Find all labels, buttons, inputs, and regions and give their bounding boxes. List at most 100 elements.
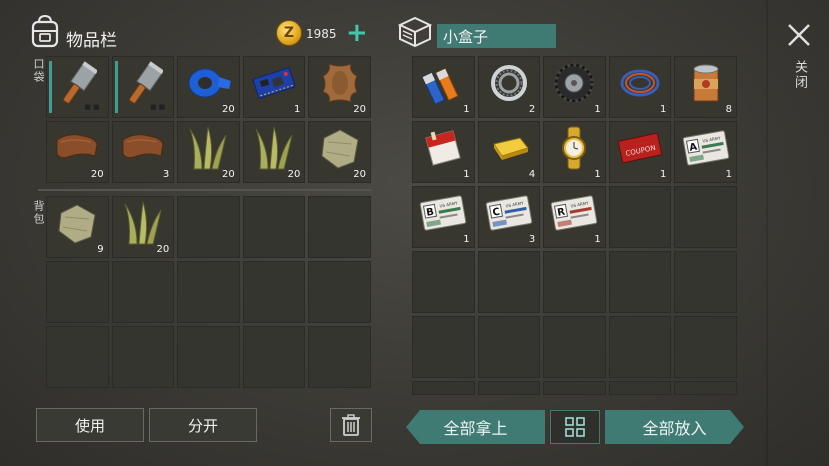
- tire-icon: [552, 61, 596, 109]
- pocket-slot[interactable]: 20: [308, 56, 371, 118]
- pocket-slot[interactable]: ■■: [46, 56, 109, 118]
- take-all-button[interactable]: 全部拿上: [406, 410, 545, 444]
- durability-indicator: ■■: [84, 103, 102, 111]
- container-slot[interactable]: 1: [543, 56, 606, 118]
- backpack-slot[interactable]: [242, 196, 306, 258]
- item-count: 20: [353, 169, 366, 180]
- container-slot[interactable]: [543, 316, 606, 378]
- container-slot[interactable]: [674, 316, 737, 378]
- item-count: 1: [463, 234, 470, 245]
- inventory-title: 物品栏: [66, 31, 117, 51]
- container-slot[interactable]: 2: [477, 56, 541, 118]
- item-count: 1: [594, 234, 601, 245]
- plant-fiber-icon: [252, 125, 296, 175]
- container-slot[interactable]: R US ARMY 1: [543, 186, 606, 248]
- backpack-icon: [31, 14, 59, 48]
- backpack-slot[interactable]: [242, 326, 306, 388]
- item-count: 9: [97, 244, 104, 255]
- sort-button[interactable]: [550, 410, 600, 444]
- container-slot[interactable]: [477, 251, 541, 313]
- pocket-slot[interactable]: ■■: [111, 56, 175, 118]
- tin-can-icon: [686, 61, 726, 109]
- army-card-r-icon: R US ARMY: [550, 194, 598, 236]
- container-slot[interactable]: 4: [477, 121, 541, 183]
- discard-button[interactable]: [330, 408, 372, 442]
- item-count: 3: [528, 234, 536, 245]
- backpack-slot[interactable]: [111, 326, 175, 388]
- container-slot[interactable]: [543, 251, 606, 313]
- backpack-slot[interactable]: [46, 261, 109, 323]
- container-slot[interactable]: [477, 381, 541, 395]
- backpack-slot[interactable]: [177, 261, 240, 323]
- backpack-slot[interactable]: [308, 196, 371, 258]
- backpack-slot[interactable]: 20: [111, 196, 175, 258]
- leather-icon: [119, 130, 167, 170]
- container-slot[interactable]: C US ARMY 3: [477, 186, 541, 248]
- item-count: 1: [463, 169, 470, 180]
- backpack-slot[interactable]: [111, 261, 175, 323]
- container-slot[interactable]: A US ARMY 1: [674, 121, 737, 183]
- container-slot[interactable]: 1: [412, 121, 475, 183]
- item-count: 20: [287, 169, 301, 180]
- container-slot[interactable]: [412, 381, 475, 395]
- container-slot[interactable]: [477, 316, 541, 378]
- container-slot[interactable]: B US ARMY 1: [412, 186, 475, 248]
- backpack-grid: 9 20: [46, 196, 372, 388]
- backpack-slot[interactable]: [177, 196, 240, 258]
- container-slot[interactable]: [543, 381, 606, 395]
- army-card-a-icon: A US ARMY: [682, 129, 730, 171]
- pocket-slot[interactable]: 20: [308, 121, 371, 183]
- pocket-slot[interactable]: 20: [177, 56, 240, 118]
- close-label[interactable]: 关闭: [790, 60, 809, 90]
- container-slot[interactable]: [674, 251, 737, 313]
- pocket-slot[interactable]: 3: [111, 121, 175, 183]
- container-grid: 1 2 1 1 8 1 4 1 COUPON 1 A US ARMY 1 B US ARMY 1 C US ARM…: [412, 56, 738, 395]
- animal-hide-icon: [317, 60, 363, 110]
- container-slot[interactable]: [674, 186, 737, 248]
- coin-balance: 1985: [306, 27, 337, 41]
- backpack-slot[interactable]: [308, 326, 371, 388]
- container-slot[interactable]: 8: [674, 56, 737, 118]
- item-count: 20: [353, 104, 366, 115]
- use-button[interactable]: 使用: [36, 408, 144, 442]
- backpack-slot[interactable]: 9: [46, 196, 109, 258]
- container-slot[interactable]: 1: [608, 56, 672, 118]
- close-icon[interactable]: [786, 22, 812, 48]
- gold-bar-icon: [486, 130, 532, 170]
- item-count: 1: [660, 104, 667, 115]
- pocket-label: 口袋: [32, 58, 45, 84]
- container-slot[interactable]: 1: [543, 121, 606, 183]
- pocket-slot[interactable]: 20: [242, 121, 306, 183]
- container-slot[interactable]: COUPON 1: [608, 121, 672, 183]
- cloth-icon: [55, 201, 99, 249]
- right-edge-divider: [766, 0, 768, 466]
- pocket-slot[interactable]: 20: [177, 121, 240, 183]
- army-card-c-icon: C US ARMY: [485, 194, 533, 236]
- add-coins-button[interactable]: +: [346, 20, 368, 46]
- pocket-slot[interactable]: 1: [242, 56, 306, 118]
- container-slot[interactable]: [412, 251, 475, 313]
- pocket-grid: ■■ ■■ 20 1 20 20 3 20 20 20: [46, 56, 372, 183]
- box-icon: [398, 16, 432, 48]
- container-slot[interactable]: [608, 316, 672, 378]
- container-slot[interactable]: [608, 381, 672, 395]
- split-button[interactable]: 分开: [149, 408, 257, 442]
- container-slot[interactable]: [412, 316, 475, 378]
- backpack-slot[interactable]: [242, 261, 306, 323]
- cloth-icon: [318, 126, 362, 174]
- container-slot[interactable]: [608, 251, 672, 313]
- container-slot[interactable]: [608, 186, 672, 248]
- pocket-slot[interactable]: 20: [46, 121, 109, 183]
- batteries-icon: [421, 61, 465, 109]
- wire-coil-icon: [617, 63, 663, 107]
- coin-icon: Z: [276, 20, 302, 46]
- backpack-slot[interactable]: [177, 326, 240, 388]
- gold-watch-icon: [554, 125, 594, 175]
- coupon-icon: COUPON: [616, 131, 664, 169]
- item-count: 20: [156, 244, 170, 255]
- backpack-slot[interactable]: [308, 261, 371, 323]
- container-slot[interactable]: [674, 381, 737, 395]
- put-all-button[interactable]: 全部放入: [605, 410, 744, 444]
- backpack-slot[interactable]: [46, 326, 109, 388]
- container-slot[interactable]: 1: [412, 56, 475, 118]
